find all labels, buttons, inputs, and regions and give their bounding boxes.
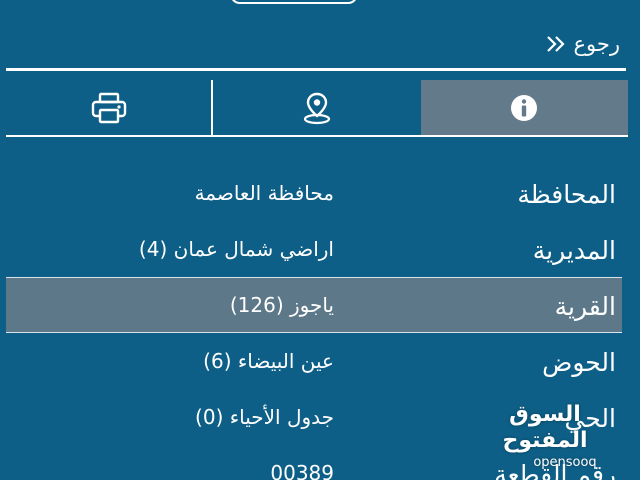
- row-value: ياجوز (126): [229, 293, 334, 317]
- row-value: محافظة العاصمة: [194, 181, 334, 205]
- row-value: عين البيضاء (6): [203, 349, 334, 373]
- row-label: القرية: [554, 292, 616, 322]
- row-value: 00389: [270, 461, 334, 480]
- row-label: الحي: [564, 404, 616, 434]
- top-pill-button[interactable]: [230, 0, 358, 4]
- row-value: اراضي شمال عمان (4): [138, 237, 334, 261]
- tab-print[interactable]: [6, 80, 214, 135]
- info-icon: [509, 93, 539, 123]
- details-list: المحافظة محافظة العاصمة المديرية اراضي ش…: [6, 165, 622, 480]
- double-chevron-right-icon: [545, 35, 567, 53]
- detail-row-plot-number: رقم القطعة 00389: [6, 445, 622, 480]
- back-label: رجوع: [573, 32, 620, 56]
- row-label: الحوض: [542, 348, 616, 378]
- header-divider: [6, 68, 626, 71]
- tab-info[interactable]: [420, 80, 628, 135]
- detail-row-basin: الحوض عين البيضاء (6): [6, 333, 622, 389]
- printer-icon: [91, 92, 127, 124]
- row-value: جدول الأحياء (0): [195, 405, 334, 429]
- detail-row-governorate: المحافظة محافظة العاصمة: [6, 165, 622, 221]
- row-label: المحافظة: [517, 180, 616, 210]
- back-button[interactable]: رجوع: [545, 32, 620, 56]
- plot-details-screen: رجوع المحافظة محافظة العاصمة المديرية ار…: [0, 0, 640, 480]
- detail-row-neighborhood: الحي جدول الأحياء (0): [6, 389, 622, 445]
- row-label: المديرية: [532, 236, 616, 266]
- detail-row-village: القرية ياجوز (126): [6, 277, 622, 333]
- detail-row-directorate: المديرية اراضي شمال عمان (4): [6, 221, 622, 277]
- tab-location[interactable]: [213, 80, 420, 135]
- tab-bar: [6, 80, 628, 137]
- row-label: رقم القطعة: [494, 460, 616, 480]
- map-pin-icon: [302, 91, 332, 125]
